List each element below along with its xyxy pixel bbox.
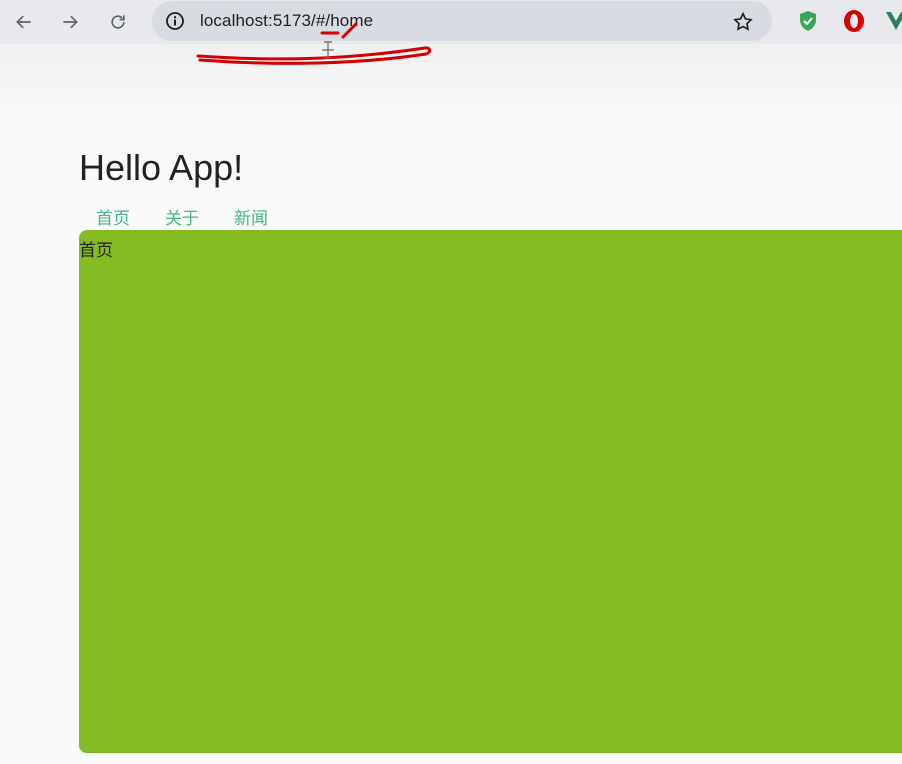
opera-extension-icon[interactable] — [842, 9, 866, 33]
reload-icon — [111, 15, 125, 29]
arrow-left-icon — [16, 15, 31, 29]
site-info-icon[interactable] — [165, 11, 185, 31]
router-view: 首页 — [79, 230, 902, 752]
browser-toolbar: localhost:5173/#/home — [0, 0, 902, 44]
app-nav: 首页 关于 新闻 — [96, 204, 303, 229]
text-cursor-icon — [322, 41, 334, 59]
home-view-text: 首页 — [79, 241, 113, 261]
shield-extension-icon[interactable] — [796, 9, 820, 33]
address-bar[interactable]: localhost:5173/#/home — [152, 1, 772, 41]
forward-button[interactable] — [56, 8, 84, 36]
back-button[interactable] — [10, 8, 38, 36]
url-text[interactable]: localhost:5173/#/home — [200, 11, 373, 31]
bookmark-star-icon[interactable] — [732, 11, 754, 33]
nav-link-about[interactable]: 关于 — [165, 204, 199, 229]
nav-link-news[interactable]: 新闻 — [234, 204, 268, 229]
arrow-right-icon — [63, 15, 78, 29]
app-title: Hello App! — [79, 147, 244, 188]
reload-button[interactable] — [104, 8, 132, 36]
vue-devtools-extension-icon[interactable] — [884, 9, 902, 33]
page-top-shade — [0, 44, 902, 124]
nav-link-home[interactable]: 首页 — [96, 204, 130, 229]
